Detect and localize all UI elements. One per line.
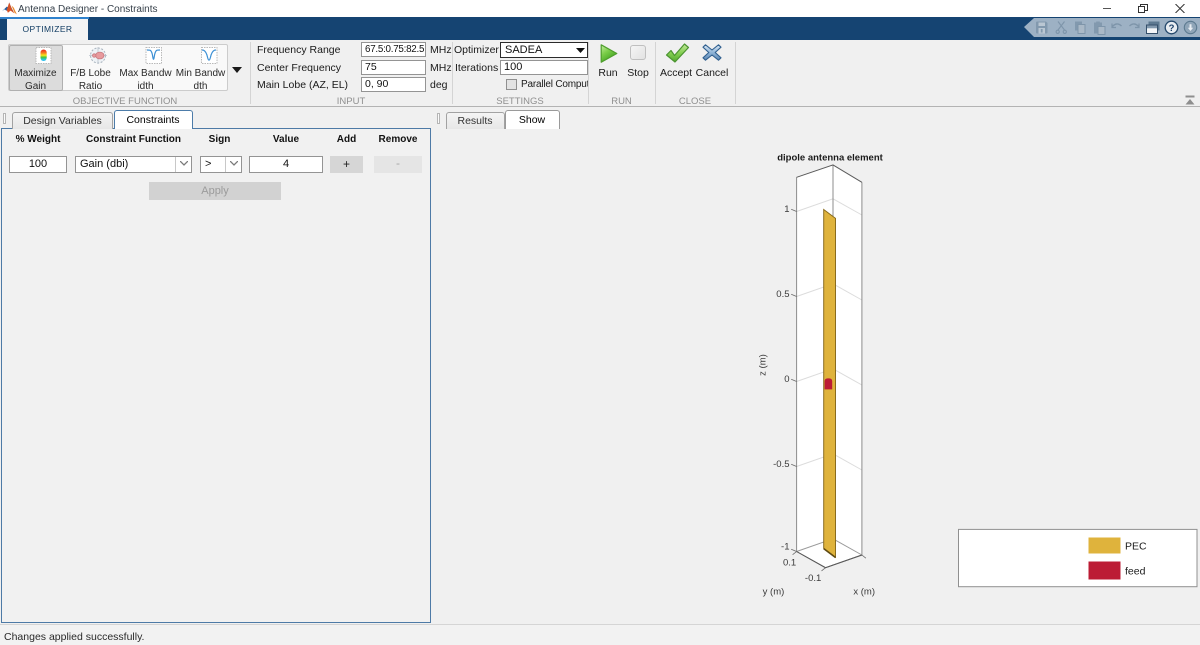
svg-text:dipole antenna element: dipole antenna element bbox=[777, 153, 883, 164]
svg-text:0.5: 0.5 bbox=[776, 289, 789, 300]
svg-text:1: 1 bbox=[784, 204, 789, 215]
svg-text:-0.1: -0.1 bbox=[805, 573, 821, 584]
svg-text:?: ? bbox=[1169, 23, 1175, 34]
svg-text:0: 0 bbox=[784, 374, 789, 385]
svg-text:x (m): x (m) bbox=[853, 587, 875, 598]
svg-text:-0.5: -0.5 bbox=[773, 459, 789, 470]
svg-text:z (m): z (m) bbox=[758, 354, 769, 376]
svg-text:-1: -1 bbox=[781, 542, 789, 553]
svg-text:PEC: PEC bbox=[1125, 541, 1147, 553]
svg-text:y (m): y (m) bbox=[763, 587, 785, 598]
svg-text:feed: feed bbox=[1125, 566, 1146, 578]
svg-text:0.1: 0.1 bbox=[783, 557, 796, 568]
